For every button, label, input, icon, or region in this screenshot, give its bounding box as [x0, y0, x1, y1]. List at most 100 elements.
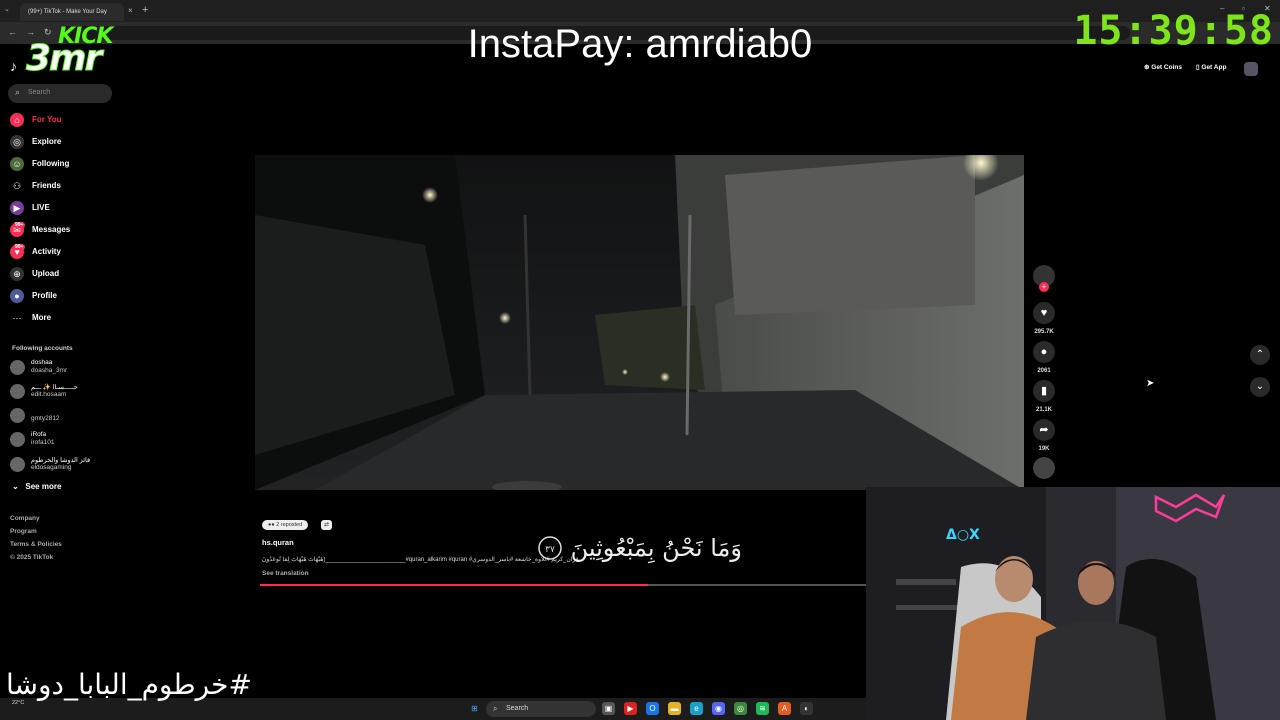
- subtitle-text: وَمَا نَحْنُ بِمَبْعُوثِينَ: [571, 534, 742, 564]
- account-username: eldosagaming: [31, 464, 72, 471]
- upload-icon: ⊕: [10, 267, 24, 281]
- media-app-icon[interactable]: ▶: [624, 702, 637, 715]
- sidebar-item-following[interactable]: ☺ Following: [10, 156, 120, 172]
- app-icon[interactable]: A: [778, 702, 791, 715]
- mouse-cursor-icon: ➤: [1146, 378, 1155, 389]
- see-translation-link[interactable]: See translation: [262, 570, 309, 577]
- quran-subtitle: ٣٧ وَمَا نَحْنُ بِمَبْعُوثِينَ: [538, 534, 742, 564]
- sidebar-item-label: Friends: [32, 181, 61, 190]
- following-accounts-title: Following accounts: [12, 345, 73, 352]
- file-explorer-icon[interactable]: ▬: [668, 702, 681, 715]
- task-view-icon[interactable]: ▣: [602, 702, 615, 715]
- account-username: doasha_3mr: [31, 367, 68, 374]
- sidebar-item-label: Messages: [32, 225, 71, 234]
- new-tab-button[interactable]: +: [142, 4, 148, 16]
- taskbar-search[interactable]: ⌕ Search: [486, 701, 596, 717]
- avatar: [10, 360, 25, 375]
- sidebar-item-live[interactable]: ▶ LIVE: [10, 200, 120, 216]
- footer-link[interactable]: Terms & Policies: [10, 541, 62, 548]
- sidebar-item-upload[interactable]: ⊕ Upload: [10, 266, 120, 282]
- get-coins-label: Get Coins: [1151, 64, 1182, 71]
- repost-icon[interactable]: ⇄: [321, 520, 332, 530]
- outlook-icon[interactable]: O: [646, 702, 659, 715]
- music-disc-icon[interactable]: [1033, 457, 1055, 479]
- avatar: [10, 408, 25, 423]
- edge-icon[interactable]: e: [690, 702, 703, 715]
- video-progress-bar[interactable]: [260, 584, 866, 586]
- sidebar-item-label: Following: [32, 159, 70, 168]
- sidebar-item-label: More: [32, 313, 52, 322]
- share-count: 19K: [1038, 446, 1050, 452]
- webcam-feed: ᐃ○X: [866, 487, 1280, 720]
- live-icon: ▶: [10, 201, 24, 215]
- reposted-badge[interactable]: ●● 2 reposted: [262, 520, 309, 530]
- avatar: [10, 432, 25, 447]
- verse-number: ٣٧: [545, 545, 555, 555]
- sidebar-item-messages[interactable]: ✉ Messages: [10, 222, 120, 238]
- sidebar-item-label: Profile: [32, 291, 57, 300]
- sidebar-item-for-you[interactable]: ⌂ For You: [10, 112, 120, 128]
- comment-count: 2061: [1037, 368, 1051, 374]
- sidebar-item-label: Explore: [32, 137, 62, 146]
- following-account[interactable]: doshaa doasha_3mr: [10, 358, 120, 378]
- sidebar-item-label: LIVE: [32, 203, 50, 212]
- footer-link[interactable]: Company: [10, 515, 40, 522]
- spotify-icon[interactable]: ≋: [756, 702, 769, 715]
- footer-link[interactable]: Program: [10, 528, 37, 535]
- chrome-icon[interactable]: ◎: [734, 702, 747, 715]
- tab-title: (99+) TikTok - Make Your Day: [28, 9, 107, 15]
- more-icon: ⋯: [10, 311, 24, 325]
- compass-icon: ◎: [10, 135, 24, 149]
- sidebar-item-friends[interactable]: ⚇ Friends: [10, 178, 120, 194]
- tab-close-icon[interactable]: ×: [128, 6, 133, 15]
- back-icon[interactable]: ←: [8, 27, 17, 37]
- get-app-button[interactable]: ▯ Get App: [1196, 63, 1226, 75]
- sidebar-item-label: Activity: [32, 247, 61, 256]
- kick-logo-bottom: 3mr: [25, 38, 102, 80]
- chevron-up-icon[interactable]: ⌃: [1250, 345, 1270, 365]
- discord-icon[interactable]: ◉: [712, 702, 725, 715]
- account-username: edit.hosaam: [31, 391, 67, 398]
- sidebar-item-more[interactable]: ⋯ More: [10, 310, 120, 326]
- chevron-down-icon[interactable]: ⌄: [1250, 377, 1270, 397]
- footer-link: © 2025 TikTok: [10, 554, 54, 561]
- account-name: iRofa: [31, 431, 47, 438]
- get-app-label: Get App: [1201, 64, 1227, 71]
- video-author[interactable]: hs.quran: [262, 538, 294, 547]
- taskbar-search-label: Search: [506, 705, 529, 712]
- sidebar-item-explore[interactable]: ◎ Explore: [10, 134, 120, 150]
- profile-icon: ●: [10, 289, 24, 303]
- tab-list-icon[interactable]: ⌄: [4, 5, 10, 13]
- sidebar-item-profile[interactable]: ● Profile: [10, 288, 120, 304]
- see-more-link[interactable]: ⌄ See more: [12, 482, 61, 491]
- sidebar-item-label: Upload: [32, 269, 60, 278]
- search-box[interactable]: ⌕ Search: [8, 84, 112, 103]
- activity-badge: 99+: [13, 244, 26, 250]
- following-icon: ☺: [10, 157, 24, 171]
- following-account[interactable]: gmty2812: [10, 406, 120, 426]
- windows-start-icon[interactable]: ⊞: [468, 702, 481, 715]
- tiktok-logo-icon[interactable]: ♪: [10, 58, 17, 74]
- hashtag-overlay: #خرطوم_البابا_دوشا: [6, 668, 252, 701]
- get-coins-button[interactable]: ⊕ Get Coins: [1144, 63, 1182, 75]
- bookmark-icon[interactable]: ▮: [1033, 380, 1055, 402]
- kick-logo: KICK 3mr: [25, 24, 118, 80]
- search-icon: ⌕: [15, 87, 21, 97]
- sidebar-item-activity[interactable]: ♥ Activity: [10, 244, 120, 260]
- comment-icon[interactable]: ●: [1033, 341, 1055, 363]
- save-count: 21.1K: [1035, 407, 1052, 413]
- follow-plus-icon[interactable]: +: [1039, 282, 1049, 292]
- like-heart-icon[interactable]: ♥: [1033, 302, 1055, 324]
- reposted-label: 2 reposted: [276, 522, 303, 528]
- share-icon[interactable]: ➦: [1033, 419, 1055, 441]
- browser-tab[interactable]: (99+) TikTok - Make Your Day: [20, 3, 124, 21]
- following-account[interactable]: حـــــسـاا ✨ ـــم edit.hosaam: [10, 382, 120, 402]
- taskbar-search-icon: ⌕: [493, 704, 498, 713]
- home-icon: ⌂: [10, 113, 24, 127]
- following-account[interactable]: iRofa irofa101: [10, 430, 120, 450]
- messages-badge: 99+: [13, 222, 26, 228]
- following-account[interactable]: فائز الدوشا والخرطوم eldosagaming: [10, 455, 120, 475]
- video-player[interactable]: [255, 155, 1024, 490]
- user-avatar[interactable]: [1244, 62, 1258, 76]
- obs-icon[interactable]: ◐: [800, 702, 813, 715]
